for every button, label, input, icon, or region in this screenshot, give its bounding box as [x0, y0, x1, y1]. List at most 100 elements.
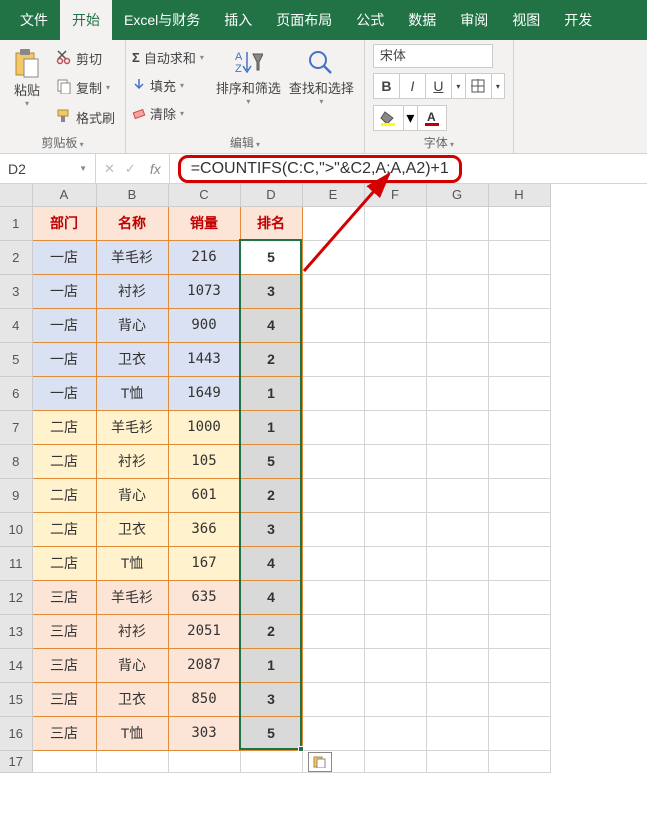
- cell[interactable]: [426, 716, 488, 750]
- cell[interactable]: [364, 206, 426, 240]
- underline-caret[interactable]: ▾: [451, 73, 465, 99]
- menu-tab-8[interactable]: 视图: [500, 0, 552, 40]
- row-header-5[interactable]: 5: [0, 342, 32, 376]
- cell[interactable]: [364, 716, 426, 750]
- row-header-6[interactable]: 6: [0, 376, 32, 410]
- cell[interactable]: 2051: [168, 614, 240, 648]
- cell[interactable]: [488, 580, 550, 614]
- cell[interactable]: [488, 240, 550, 274]
- cell[interactable]: [364, 580, 426, 614]
- cell[interactable]: 二店: [32, 410, 96, 444]
- cell[interactable]: 衬衫: [96, 444, 168, 478]
- menu-tab-0[interactable]: 文件: [8, 0, 60, 40]
- fill-color-button[interactable]: [373, 105, 403, 131]
- cell[interactable]: 一店: [32, 342, 96, 376]
- cell[interactable]: 1443: [168, 342, 240, 376]
- cell[interactable]: [426, 546, 488, 580]
- cell[interactable]: 背心: [96, 478, 168, 512]
- underline-button[interactable]: U: [425, 73, 451, 99]
- cell[interactable]: [302, 308, 364, 342]
- copy-button[interactable]: 复制 ▾: [52, 75, 119, 101]
- cell[interactable]: [426, 240, 488, 274]
- cell[interactable]: [488, 206, 550, 240]
- cell[interactable]: [302, 580, 364, 614]
- menu-tab-9[interactable]: 开发: [552, 0, 604, 40]
- cell[interactable]: [364, 410, 426, 444]
- cell[interactable]: 二店: [32, 512, 96, 546]
- row-header-15[interactable]: 15: [0, 682, 32, 716]
- cell[interactable]: [302, 274, 364, 308]
- cell[interactable]: 一店: [32, 240, 96, 274]
- cell[interactable]: 303: [168, 716, 240, 750]
- row-header-14[interactable]: 14: [0, 648, 32, 682]
- cell[interactable]: 三店: [32, 716, 96, 750]
- cell[interactable]: [364, 750, 426, 772]
- cell[interactable]: [488, 546, 550, 580]
- italic-button[interactable]: I: [399, 73, 425, 99]
- cell[interactable]: 羊毛衫: [96, 580, 168, 614]
- row-header-12[interactable]: 12: [0, 580, 32, 614]
- cell[interactable]: 三店: [32, 580, 96, 614]
- table-header[interactable]: 排名: [240, 206, 302, 240]
- menu-tab-6[interactable]: 数据: [396, 0, 448, 40]
- cell[interactable]: 三店: [32, 648, 96, 682]
- cell[interactable]: [488, 648, 550, 682]
- cell[interactable]: [364, 682, 426, 716]
- cell[interactable]: [364, 546, 426, 580]
- cell[interactable]: [426, 614, 488, 648]
- cell[interactable]: [168, 750, 240, 772]
- cut-button[interactable]: 剪切: [52, 46, 119, 72]
- cell[interactable]: 4: [240, 308, 302, 342]
- find-select-button[interactable]: 查找和选择 ▾: [285, 44, 358, 132]
- cell[interactable]: [488, 410, 550, 444]
- row-header-2[interactable]: 2: [0, 240, 32, 274]
- cell[interactable]: 2: [240, 614, 302, 648]
- cell[interactable]: 二店: [32, 546, 96, 580]
- row-header-1[interactable]: 1: [0, 206, 32, 240]
- cell[interactable]: 635: [168, 580, 240, 614]
- cell[interactable]: 二店: [32, 444, 96, 478]
- cell[interactable]: 1649: [168, 376, 240, 410]
- cell[interactable]: [426, 308, 488, 342]
- formula-input[interactable]: =COUNTIFS(C:C,">"&C2,A:A,A2)+1: [170, 154, 647, 183]
- cell[interactable]: [426, 478, 488, 512]
- name-box[interactable]: D2 ▼: [0, 154, 96, 183]
- cell[interactable]: 2087: [168, 648, 240, 682]
- cell[interactable]: [488, 512, 550, 546]
- table-header[interactable]: 部门: [32, 206, 96, 240]
- cell[interactable]: [364, 512, 426, 546]
- cell[interactable]: [488, 478, 550, 512]
- cell[interactable]: [426, 512, 488, 546]
- row-header-4[interactable]: 4: [0, 308, 32, 342]
- menu-tab-7[interactable]: 审阅: [448, 0, 500, 40]
- col-header-G[interactable]: G: [426, 184, 488, 206]
- cell[interactable]: [488, 614, 550, 648]
- cell[interactable]: [302, 648, 364, 682]
- autosum-button[interactable]: Σ 自动求和 ▾: [132, 44, 204, 70]
- font-color-button[interactable]: A: [417, 105, 447, 131]
- row-header-13[interactable]: 13: [0, 614, 32, 648]
- cell[interactable]: [302, 240, 364, 274]
- cell[interactable]: [426, 648, 488, 682]
- cell[interactable]: 4: [240, 580, 302, 614]
- cell[interactable]: [364, 342, 426, 376]
- cell[interactable]: [426, 682, 488, 716]
- cell[interactable]: [364, 376, 426, 410]
- cell[interactable]: 一店: [32, 274, 96, 308]
- cell[interactable]: [488, 750, 550, 772]
- cell[interactable]: 2: [240, 478, 302, 512]
- col-header-E[interactable]: E: [302, 184, 364, 206]
- cell[interactable]: 5: [240, 444, 302, 478]
- col-header-C[interactable]: C: [168, 184, 240, 206]
- cell[interactable]: 背心: [96, 648, 168, 682]
- cell[interactable]: [488, 716, 550, 750]
- cell[interactable]: 一店: [32, 308, 96, 342]
- cell[interactable]: [302, 444, 364, 478]
- row-header-9[interactable]: 9: [0, 478, 32, 512]
- cell[interactable]: 三店: [32, 682, 96, 716]
- menu-tab-5[interactable]: 公式: [344, 0, 396, 40]
- format-painter-button[interactable]: 格式刷: [52, 104, 119, 130]
- cell[interactable]: 5: [240, 716, 302, 750]
- cell[interactable]: 1: [240, 410, 302, 444]
- cell[interactable]: 一店: [32, 376, 96, 410]
